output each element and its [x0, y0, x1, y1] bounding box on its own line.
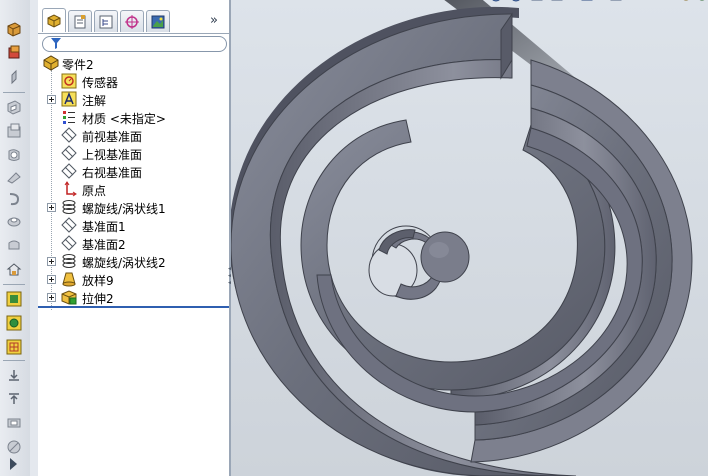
- origin-icon: [64, 181, 77, 197]
- annotation-icon: [61, 91, 77, 107]
- plane-icon: [61, 235, 77, 251]
- property-manager-icon: [74, 14, 86, 28]
- filter-icon: [51, 38, 61, 49]
- feature-filter-input[interactable]: [42, 36, 227, 52]
- cut-revolve-icon[interactable]: [4, 122, 24, 140]
- tab-property-manager[interactable]: [68, 10, 92, 32]
- tree-item-label: 基准面1: [82, 220, 126, 234]
- tree-item-label: 注解: [82, 94, 107, 108]
- feature-tree-icon: [47, 13, 61, 28]
- plane-icon: [61, 145, 77, 161]
- circular-pattern-icon[interactable]: [4, 414, 24, 432]
- rollback-bar[interactable]: [38, 306, 230, 308]
- tabs-divider: [38, 33, 230, 34]
- tree-item-plane-1[interactable]: 基准面1: [38, 216, 230, 234]
- heads-up-toolbar: [491, 0, 705, 2]
- tree-item-label: 原点: [82, 184, 107, 198]
- tree-item-origin[interactable]: 原点: [38, 180, 230, 198]
- dimxpert-icon: [125, 14, 139, 29]
- tree-item-top-plane[interactable]: 上视基准面: [38, 144, 230, 162]
- graphics-area[interactable]: [231, 0, 708, 476]
- helix-icon: [62, 254, 76, 268]
- curves-icon[interactable]: [4, 314, 24, 332]
- expand-toggle-icon[interactable]: [47, 257, 56, 266]
- tree-item-helix-2[interactable]: 螺旋线/涡状线2: [38, 252, 230, 270]
- tree-item-part[interactable]: 零件2: [38, 54, 230, 72]
- expand-toggle-icon[interactable]: [47, 95, 56, 104]
- fillet-icon[interactable]: [4, 168, 24, 186]
- more-tabs-chevron-icon[interactable]: »: [210, 13, 218, 28]
- center-boss-circle: [420, 231, 470, 283]
- expand-toggle-icon[interactable]: [47, 275, 56, 284]
- feature-manager-tabs: »: [38, 8, 230, 34]
- swept-boss-icon[interactable]: [4, 68, 24, 86]
- tree-item-annotations[interactable]: 注解: [38, 90, 230, 108]
- mirror-icon[interactable]: [4, 366, 24, 384]
- panel-gap: [30, 0, 38, 476]
- plane-icon: [61, 163, 77, 179]
- cut-sweep-icon[interactable]: [4, 146, 24, 164]
- wrap-icon[interactable]: [4, 260, 24, 278]
- instant3d-icon[interactable]: [4, 338, 24, 356]
- expand-toggle-icon[interactable]: [47, 293, 56, 302]
- tree-item-label: 上视基准面: [82, 148, 143, 162]
- linear-pattern-icon[interactable]: [4, 390, 24, 408]
- plane-icon: [61, 127, 77, 143]
- rib-icon[interactable]: [4, 212, 24, 230]
- display-manager-icon: [151, 15, 165, 28]
- configuration-manager-icon: [99, 15, 113, 28]
- tree-item-right-plane[interactable]: 右视基准面: [38, 162, 230, 180]
- zoom-to-fit-icon[interactable]: [491, 0, 501, 2]
- tab-feature-tree[interactable]: [42, 8, 66, 32]
- shell-icon[interactable]: [4, 236, 24, 254]
- tree-item-label: 基准面2: [82, 238, 126, 252]
- tree-item-front-plane[interactable]: 前视基准面: [38, 126, 230, 144]
- command-toolbar: [0, 0, 31, 476]
- tree-item-label: 右视基准面: [82, 166, 143, 180]
- tree-item-loft-9[interactable]: 放样9: [38, 270, 230, 288]
- helix-icon: [62, 200, 76, 214]
- tree-item-label: 螺旋线/涡状线1: [82, 202, 166, 216]
- sensor-icon: [61, 73, 77, 89]
- tab-display-manager[interactable]: [146, 10, 170, 32]
- extruded-boss-icon[interactable]: [4, 20, 24, 38]
- zoom-area-icon[interactable]: [511, 0, 521, 2]
- tree-item-label: 材质 <未指定>: [82, 112, 166, 126]
- expand-toggle-icon[interactable]: [47, 203, 56, 212]
- part-icon: [43, 55, 59, 71]
- material-icon: [63, 111, 75, 124]
- extrude-icon: [61, 290, 77, 305]
- center-boss-highlight: [429, 242, 449, 258]
- feature-manager-panel: » 零件2 传感器 注解 材质 <未指定> 前视基准面 上视基准面 右视基准面 …: [38, 0, 230, 476]
- tree-item-label: 零件2: [62, 58, 94, 72]
- expand-toolbar-arrow-icon[interactable]: [10, 458, 17, 470]
- loft-icon: [62, 272, 76, 287]
- tree-item-plane-2[interactable]: 基准面2: [38, 234, 230, 252]
- tree-item-label: 拉伸2: [82, 292, 114, 306]
- tree-item-label: 螺旋线/涡状线2: [82, 256, 166, 270]
- tree-item-helix-1[interactable]: 螺旋线/涡状线1: [38, 198, 230, 216]
- revolved-boss-icon[interactable]: [4, 44, 24, 62]
- draft-icon[interactable]: [4, 438, 24, 456]
- tree-item-label: 放样9: [82, 274, 114, 288]
- tab-configuration-manager[interactable]: [94, 10, 118, 32]
- chamfer-icon[interactable]: [4, 190, 24, 208]
- tab-dimxpert-manager[interactable]: [120, 10, 144, 32]
- reference-geometry-icon[interactable]: [4, 290, 24, 308]
- tree-item-label: 传感器: [82, 76, 119, 90]
- plane-icon: [61, 217, 77, 233]
- tree-item-sensors[interactable]: 传感器: [38, 72, 230, 90]
- tree-item-extrude-2[interactable]: 拉伸2: [38, 288, 230, 306]
- tree-item-material[interactable]: 材质 <未指定>: [38, 108, 230, 126]
- cut-extrude-icon[interactable]: [4, 98, 24, 116]
- spiral-model-view[interactable]: [231, 0, 708, 476]
- tree-item-label: 前视基准面: [82, 130, 143, 144]
